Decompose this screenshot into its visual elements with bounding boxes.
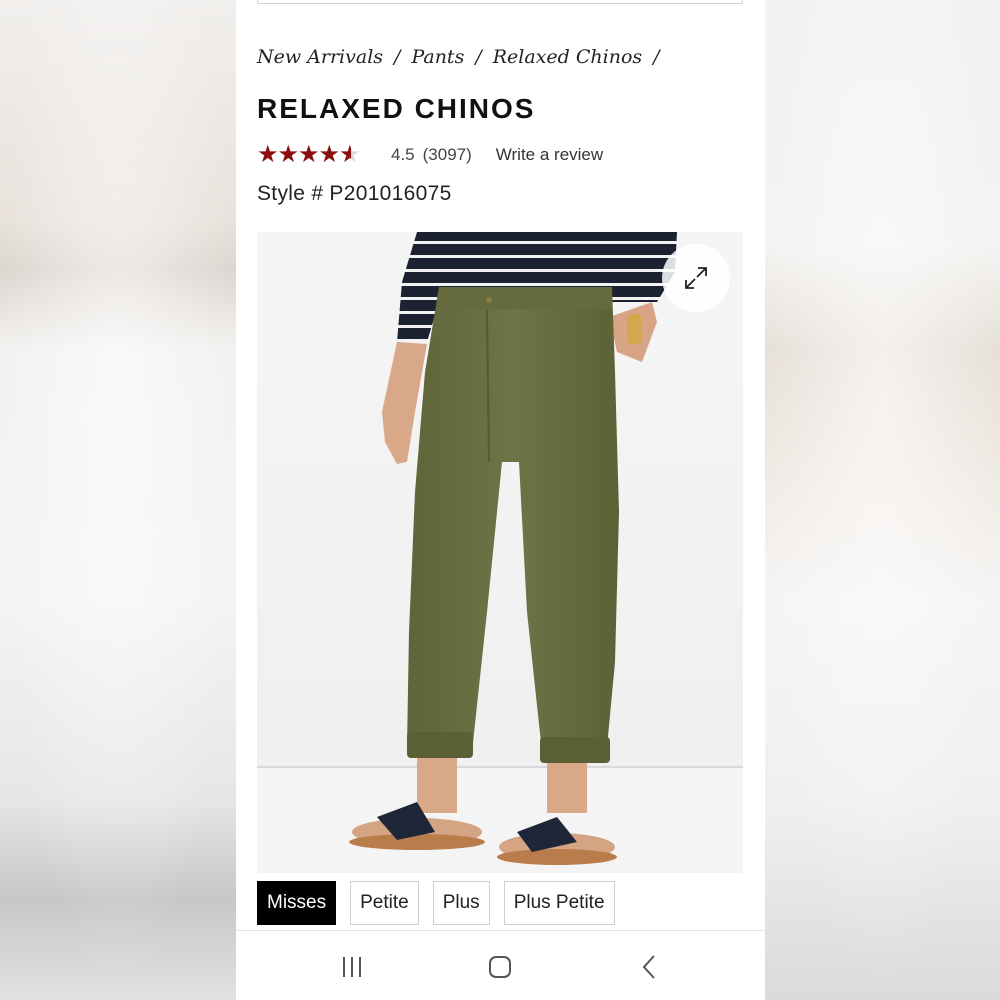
size-tab-plus-petite[interactable]: Plus Petite (503, 881, 615, 925)
product-image[interactable] (257, 232, 743, 873)
blurred-background-left (0, 0, 236, 1000)
star-icon: ★ (318, 141, 341, 168)
star-rating[interactable]: ★ ★ ★ ★ ★ (257, 143, 369, 167)
home-icon (489, 956, 511, 978)
size-tab-misses[interactable]: Misses (257, 881, 337, 925)
product-page: New Arrivals / Pants / Relaxed Chinos / … (236, 0, 765, 1000)
system-nav-bar (236, 930, 765, 1000)
size-tab-plus[interactable]: Plus (432, 881, 490, 925)
page-title: RELAXED CHINOS (257, 93, 536, 124)
star-icon: ★ (298, 141, 320, 168)
search-field-edge[interactable] (257, 0, 743, 4)
breadcrumb-pants[interactable]: Pants (411, 46, 464, 68)
write-review-link[interactable]: Write a review (496, 145, 603, 165)
breadcrumb: New Arrivals / Pants / Relaxed Chinos / (257, 46, 671, 68)
breadcrumb-relaxed-chinos[interactable]: Relaxed Chinos (493, 46, 642, 68)
blurred-background-right (764, 0, 1000, 1000)
rating-value: 4.5 (391, 145, 415, 164)
breadcrumb-separator: / (394, 46, 401, 68)
rating-row: ★ ★ ★ ★ ★ 4.5 (3097) Write a review (257, 140, 603, 170)
expand-image-button[interactable] (662, 244, 730, 312)
back-icon (642, 955, 655, 979)
review-count[interactable]: (3097) (423, 145, 472, 165)
style-number: Style # P201016075 (257, 182, 452, 205)
model-illustration (349, 232, 677, 865)
breadcrumb-separator: / (475, 46, 482, 68)
size-tab-petite[interactable]: Petite (350, 881, 419, 925)
expand-icon (685, 267, 707, 289)
half-star-icon: ★ (339, 141, 361, 168)
star-icon: ★ (277, 141, 300, 168)
back-button[interactable] (634, 951, 666, 983)
star-icon: ★ (257, 141, 279, 168)
breadcrumb-new-arrivals[interactable]: New Arrivals (257, 46, 383, 68)
recent-apps-button[interactable] (336, 951, 368, 983)
breadcrumb-separator: / (653, 46, 660, 68)
home-button[interactable] (484, 951, 516, 983)
size-tabs: Misses Petite Plus Plus Petite (257, 881, 615, 925)
recent-apps-icon (343, 957, 361, 977)
